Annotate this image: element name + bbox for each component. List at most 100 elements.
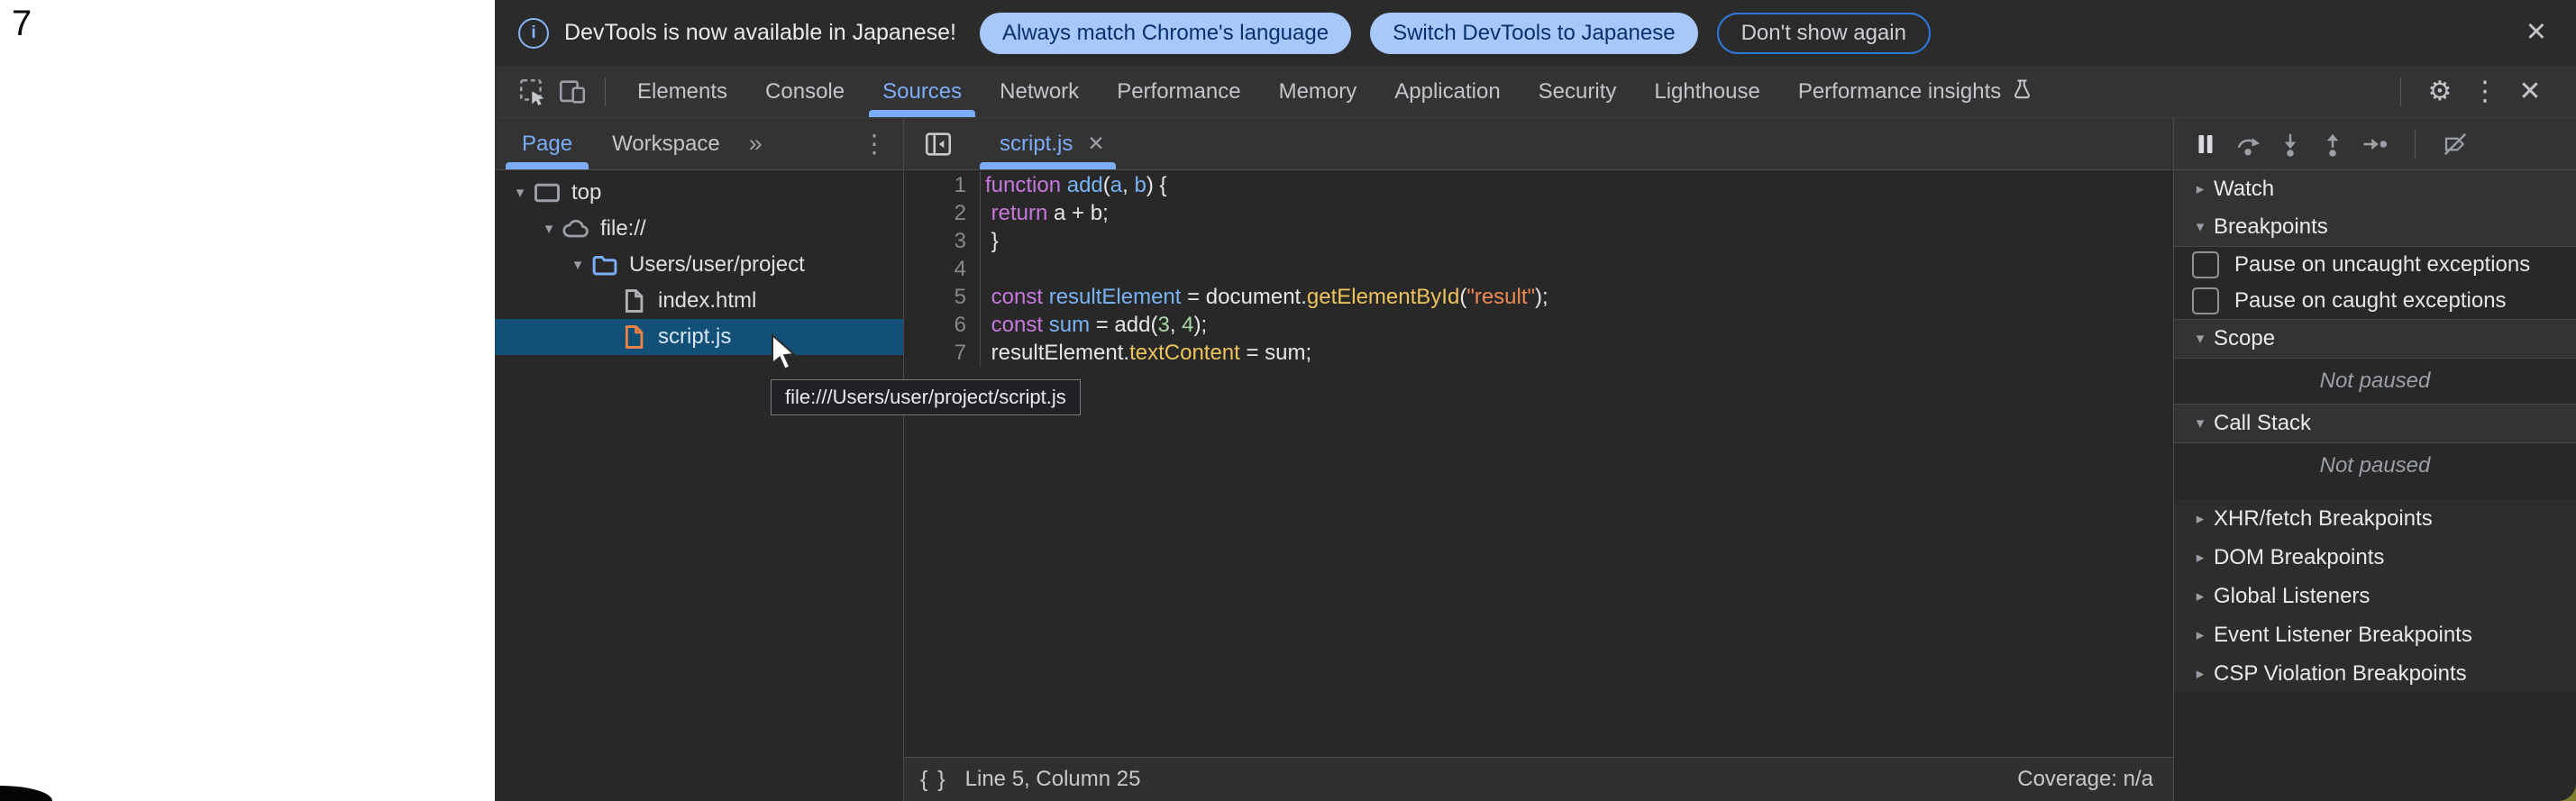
- pretty-print-icon[interactable]: { }: [920, 767, 947, 793]
- line-number[interactable]: 4: [904, 255, 980, 283]
- infobar-button-always-match-chrome-s-language[interactable]: Always match Chrome's language: [980, 13, 1351, 54]
- editor-tab-script-js[interactable]: script.js ✕: [978, 118, 1118, 169]
- infobar-message: DevTools is now available in Japanese!: [564, 20, 956, 46]
- sources-panel: PageWorkspace » ⋮ ▾ top ▾file://▾Users/use…: [495, 118, 2576, 801]
- settings-gear-icon[interactable]: ⚙: [2421, 78, 2459, 105]
- code-line[interactable]: function add(a, b) {: [985, 171, 2173, 199]
- line-number[interactable]: 5: [904, 283, 980, 311]
- navigator-menu-icon[interactable]: ⋮: [862, 129, 887, 159]
- tree-item-top[interactable]: ▾ top: [495, 175, 903, 211]
- pause-script-icon[interactable]: [2190, 129, 2221, 159]
- tree-item-label: top: [571, 180, 601, 205]
- file-tree: ▾ top ▾file://▾Users/user/projectindex.htm…: [495, 170, 903, 801]
- section-label: Scope: [2214, 326, 2275, 351]
- section-csp-violation-breakpoints[interactable]: ▸CSP Violation Breakpoints: [2174, 654, 2576, 693]
- step-out-icon[interactable]: [2317, 129, 2348, 159]
- tab-performance-insights[interactable]: Performance insights: [1779, 66, 2053, 117]
- infobar-close-icon[interactable]: ✕: [2526, 20, 2547, 46]
- line-number[interactable]: 6: [904, 311, 980, 339]
- code-line[interactable]: const resultElement = document.getElemen…: [985, 283, 2173, 311]
- section-global-listeners[interactable]: ▸Global Listeners: [2174, 577, 2576, 615]
- expand-arrow-icon[interactable]: ▸: [2187, 587, 2214, 605]
- tab-label: Memory: [1279, 79, 1357, 105]
- code-line[interactable]: resultElement.textContent = sum;: [985, 339, 2173, 367]
- infobar-button-switch-devtools-to-japanese[interactable]: Switch DevTools to Japanese: [1370, 13, 1698, 54]
- line-number[interactable]: 3: [904, 227, 980, 255]
- tab-memory[interactable]: Memory: [1260, 66, 1376, 117]
- navigator-tab-page[interactable]: Page: [502, 118, 592, 169]
- code-line[interactable]: [985, 255, 2173, 283]
- expand-arrow-icon[interactable]: ▾: [565, 256, 590, 274]
- expand-arrow-icon[interactable]: ▸: [2187, 665, 2214, 683]
- inspect-element-icon[interactable]: [513, 72, 553, 112]
- code-token: const: [991, 313, 1043, 337]
- line-number[interactable]: 2: [904, 199, 980, 227]
- collapse-arrow-icon[interactable]: ▾: [2187, 414, 2214, 432]
- expand-arrow-icon[interactable]: ▾: [507, 184, 533, 202]
- editor-status-bar: { } Line 5, Column 25 Coverage: n/a: [904, 757, 2173, 801]
- deactivate-breakpoints-icon[interactable]: [2440, 129, 2471, 159]
- toolbar-right-controls: ⚙ ⋮ ✕: [2388, 77, 2576, 106]
- expand-arrow-icon[interactable]: ▸: [2187, 549, 2214, 567]
- expand-arrow-icon[interactable]: ▸: [2187, 180, 2214, 198]
- coverage-status: Coverage: n/a: [2017, 767, 2153, 792]
- code-token: const: [991, 285, 1043, 309]
- tree-item-file[interactable]: ▾file://: [495, 211, 903, 247]
- toggle-device-toolbar-icon[interactable]: [553, 72, 592, 112]
- tab-console[interactable]: Console: [746, 66, 863, 117]
- line-number[interactable]: 1: [904, 171, 980, 199]
- section-pause-on-caught-exceptions[interactable]: Pause on caught exceptions: [2174, 283, 2576, 320]
- code-line[interactable]: return a + b;: [985, 199, 2173, 227]
- collapse-arrow-icon[interactable]: ▾: [2187, 218, 2214, 236]
- toggle-navigator-icon[interactable]: [918, 124, 958, 164]
- section-pause-on-uncaught-exceptions[interactable]: Pause on uncaught exceptions: [2174, 247, 2576, 283]
- step-into-icon[interactable]: [2275, 129, 2306, 159]
- code-token: ,: [1122, 173, 1134, 197]
- infobar-button-don-t-show-again[interactable]: Don't show again: [1717, 13, 1931, 54]
- tab-network[interactable]: Network: [981, 66, 1098, 117]
- tab-sources[interactable]: Sources: [863, 66, 981, 117]
- section-xhr-fetch-breakpoints[interactable]: ▸XHR/fetch Breakpoints: [2174, 499, 2576, 538]
- tab-security[interactable]: Security: [1520, 66, 1636, 117]
- code-token: [1061, 173, 1067, 197]
- code-line[interactable]: }: [985, 227, 2173, 255]
- section-call-stack[interactable]: ▾Call Stack: [2174, 405, 2576, 443]
- code-token: = add(: [1090, 313, 1157, 337]
- step-over-icon[interactable]: [2233, 129, 2263, 159]
- code-line[interactable]: const sum = add(3, 4);: [985, 311, 2173, 339]
- section-scope[interactable]: ▾Scope: [2174, 320, 2576, 359]
- code-token: a + b;: [1047, 201, 1108, 225]
- line-number[interactable]: 7: [904, 339, 980, 367]
- tree-item-users-user-project[interactable]: ▾Users/user/project: [495, 247, 903, 283]
- expand-arrow-icon[interactable]: ▾: [536, 220, 562, 238]
- section-event-listener-breakpoints[interactable]: ▸Event Listener Breakpoints: [2174, 615, 2576, 654]
- tab-elements[interactable]: Elements: [618, 66, 746, 117]
- toolbar-divider: [605, 77, 606, 106]
- more-tabs-chevron-icon[interactable]: »: [749, 130, 761, 158]
- tree-item-script-js[interactable]: script.js: [495, 319, 903, 355]
- section-watch[interactable]: ▸Watch: [2174, 170, 2576, 208]
- tab-performance[interactable]: Performance: [1098, 66, 1259, 117]
- collapse-arrow-icon[interactable]: ▾: [2187, 330, 2214, 348]
- expand-arrow-icon[interactable]: ▸: [2187, 626, 2214, 644]
- navigator-tab-workspace[interactable]: Workspace: [592, 118, 740, 169]
- line-number-gutter[interactable]: 1234567: [904, 171, 981, 367]
- code-token: sum: [1049, 313, 1090, 337]
- code-editor[interactable]: 1234567 function add(a, b) { return a + …: [904, 170, 2173, 757]
- checkbox-unchecked[interactable]: [2192, 287, 2219, 314]
- expand-arrow-icon[interactable]: ▸: [2187, 510, 2214, 528]
- tab-application[interactable]: Application: [1375, 66, 1519, 117]
- more-options-icon[interactable]: ⋮: [2466, 78, 2504, 105]
- code-lines[interactable]: function add(a, b) { return a + b; } con…: [981, 171, 2173, 757]
- section-label: XHR/fetch Breakpoints: [2214, 506, 2433, 532]
- tab-lighthouse[interactable]: Lighthouse: [1635, 66, 1778, 117]
- section-label: Call Stack: [2214, 411, 2311, 436]
- section-breakpoints[interactable]: ▾Breakpoints: [2174, 208, 2576, 247]
- editor-tab-close-icon[interactable]: ✕: [1087, 132, 1104, 156]
- step-icon[interactable]: [2360, 129, 2390, 159]
- cursor-position: Line 5, Column 25: [965, 767, 1141, 792]
- section-dom-breakpoints[interactable]: ▸DOM Breakpoints: [2174, 538, 2576, 577]
- close-devtools-icon[interactable]: ✕: [2511, 78, 2549, 105]
- tree-item-index-html[interactable]: index.html: [495, 283, 903, 319]
- checkbox-unchecked[interactable]: [2192, 251, 2219, 278]
